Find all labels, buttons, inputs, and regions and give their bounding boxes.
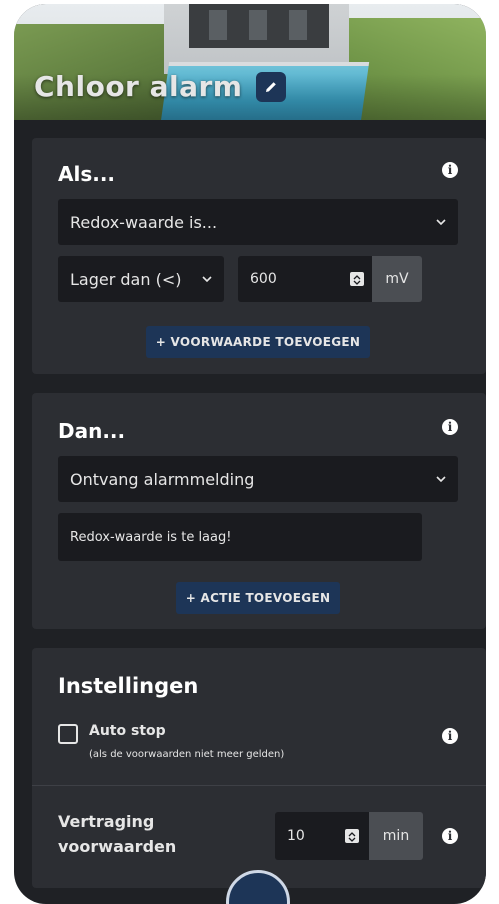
settings-card: Instellingen Auto stop (als de voorwaard… xyxy=(32,648,486,888)
alarm-message-input[interactable]: Redox-waarde is te laag! xyxy=(58,513,422,561)
info-icon[interactable]: i xyxy=(442,728,458,744)
settings-title: Instellingen xyxy=(58,674,199,698)
add-condition-button[interactable]: + VOORWAARDE TOEVOEGEN xyxy=(146,326,370,358)
chevron-down-icon xyxy=(436,219,446,225)
if-section-title: Als... xyxy=(58,162,116,186)
info-icon[interactable]: i xyxy=(442,419,458,435)
spinner-arrows-icon xyxy=(353,275,361,285)
unit-label-mv: mV xyxy=(372,256,422,302)
action-select[interactable]: Ontvang alarmmelding xyxy=(58,456,458,502)
number-spinner[interactable] xyxy=(345,829,359,843)
auto-stop-checkbox[interactable] xyxy=(58,724,78,744)
chevron-down-icon xyxy=(202,276,212,282)
app-screen: Chloor alarm Als... i Redox-waarde is...… xyxy=(14,4,486,904)
edit-title-button[interactable] xyxy=(256,71,287,102)
page-title: Chloor alarm xyxy=(34,70,243,103)
auto-stop-label: Auto stop xyxy=(89,723,166,739)
auto-stop-hint: (als de voorwaarden niet meer gelden) xyxy=(89,749,285,760)
condition-select[interactable]: Redox-waarde is... xyxy=(58,199,458,245)
pencil-icon xyxy=(266,81,277,92)
unit-label-min: min xyxy=(369,812,423,860)
delay-label: Vertraging voorwaarden xyxy=(58,812,177,856)
number-spinner[interactable] xyxy=(350,272,364,286)
chevron-down-icon xyxy=(436,476,446,482)
spinner-arrows-icon xyxy=(348,832,356,842)
comparator-select[interactable]: Lager dan (<) xyxy=(58,256,224,302)
add-action-button[interactable]: + ACTIE TOEVOEGEN xyxy=(176,582,340,614)
then-section-title: Dan... xyxy=(58,419,126,443)
if-section-card: Als... i Redox-waarde is... Lager dan (<… xyxy=(32,138,486,374)
then-section-card: Dan... i Ontvang alarmmelding Redox-waar… xyxy=(32,393,486,629)
info-icon[interactable]: i xyxy=(442,828,458,844)
info-icon[interactable]: i xyxy=(442,162,458,178)
header-hero-image: Chloor alarm xyxy=(14,4,486,120)
